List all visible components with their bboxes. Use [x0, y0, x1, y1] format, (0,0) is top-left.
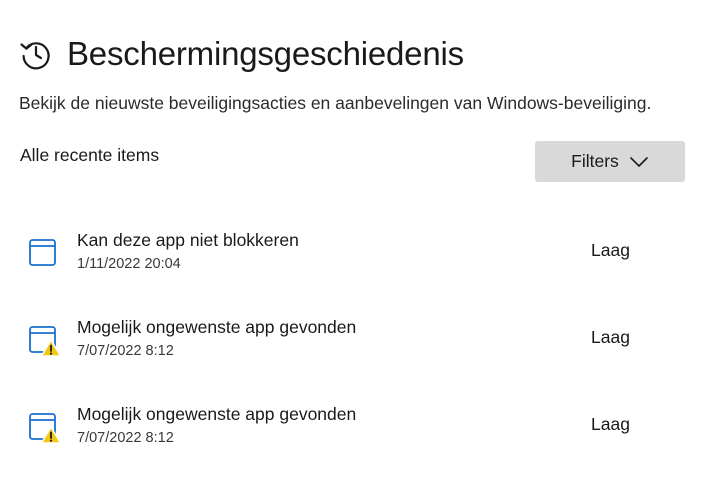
- app-window-icon: [29, 239, 56, 266]
- app-window-warning-icon: [29, 413, 62, 444]
- page-title: Beschermingsgeschiedenis: [67, 35, 464, 72]
- filters-button[interactable]: Filters: [535, 141, 685, 182]
- history-item-severity: Laag: [591, 327, 630, 347]
- section-label-recent-items: Alle recente items: [20, 145, 160, 165]
- history-item-date: 1/11/2022 20:04: [77, 256, 181, 272]
- history-item-date: 7/07/2022 8:12: [77, 430, 174, 446]
- history-item-title: Mogelijk ongewenste app gevonden: [77, 404, 357, 424]
- page-header: Beschermingsgeschiedenis: [18, 30, 464, 78]
- history-item-severity: Laag: [591, 414, 630, 434]
- history-item-title: Kan deze app niet blokkeren: [77, 230, 299, 250]
- chevron-down-icon: [630, 156, 648, 167]
- history-item-date: 7/07/2022 8:12: [77, 343, 174, 359]
- history-item-title: Mogelijk ongewenste app gevonden: [77, 317, 357, 337]
- filters-button-label: Filters: [571, 151, 619, 171]
- history-item[interactable]: Kan deze app niet blokkeren 1/11/2022 20…: [20, 220, 660, 290]
- app-window-warning-icon: [29, 326, 62, 357]
- history-item[interactable]: Mogelijk ongewenste app gevonden 7/07/20…: [20, 307, 660, 377]
- history-item-severity: Laag: [591, 240, 630, 260]
- page-subtitle: Bekijk de nieuwste beveiligingsacties en…: [19, 93, 652, 113]
- history-item[interactable]: Mogelijk ongewenste app gevonden 7/07/20…: [20, 394, 660, 464]
- history-clock-icon: [20, 42, 50, 70]
